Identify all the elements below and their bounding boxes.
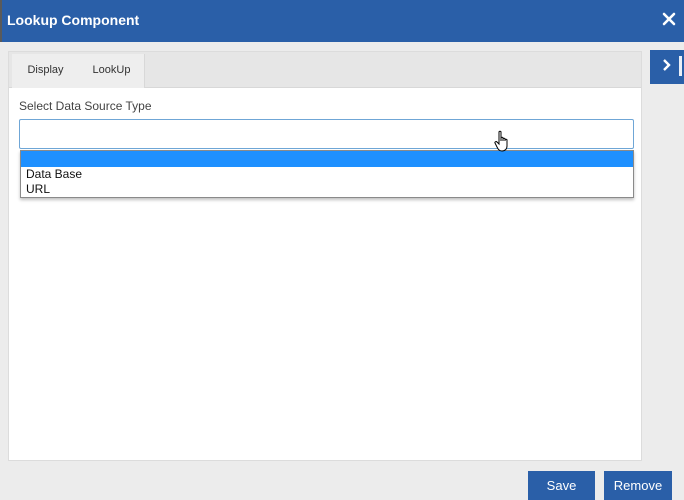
tab-display[interactable]: Display (12, 54, 80, 88)
tab-bar: Display LookUp (9, 52, 641, 88)
close-icon (662, 12, 676, 26)
side-panel-toggle-button[interactable] (650, 50, 684, 84)
hand-pointer-icon (494, 130, 508, 152)
dropdown-option-url[interactable]: URL (21, 182, 633, 197)
remove-button[interactable]: Remove (604, 471, 672, 500)
side-panel-edge (679, 56, 682, 76)
modal-titlebar: Lookup Component (0, 0, 684, 42)
dropdown-option-empty[interactable] (21, 151, 633, 167)
tab-lookup[interactable]: LookUp (79, 54, 145, 88)
chevron-right-icon (663, 59, 671, 71)
data-source-type-label: Select Data Source Type (19, 99, 152, 113)
modal-title: Lookup Component (7, 12, 140, 28)
data-source-type-dropdown: Data Base URL (20, 150, 634, 198)
modal-content-panel: Display LookUp Select Data Source Type D… (8, 51, 642, 461)
lookup-component-modal: Lookup Component Display LookUp Select D… (0, 0, 684, 500)
data-source-type-select[interactable] (19, 119, 634, 149)
dropdown-option-data-base[interactable]: Data Base (21, 167, 633, 182)
save-button[interactable]: Save (528, 471, 595, 500)
close-button[interactable] (662, 12, 678, 28)
